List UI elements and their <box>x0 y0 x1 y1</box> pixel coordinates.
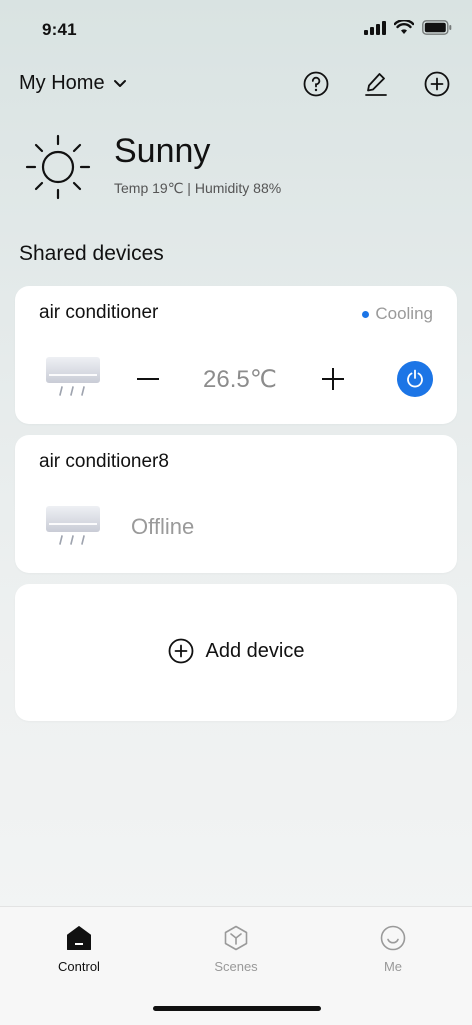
weather-detail: Temp 19℃ | Humidity 88% <box>114 180 282 196</box>
status-bar: 9:41 <box>0 0 472 56</box>
home-selector[interactable]: My Home <box>19 72 127 95</box>
edit-button[interactable] <box>362 70 390 98</box>
status-icons <box>364 20 452 35</box>
temperature-value: 26.5℃ <box>203 366 277 393</box>
device-card[interactable]: air conditioner Cooling 26.5℃ <box>15 286 457 424</box>
power-icon <box>407 369 423 388</box>
smiley-icon <box>380 925 406 951</box>
tab-me[interactable]: Me <box>343 925 443 974</box>
add-circle-icon <box>424 71 450 97</box>
minus-icon <box>137 378 159 380</box>
device-status: Cooling <box>362 304 433 324</box>
signal-icon <box>364 20 386 35</box>
add-device-button[interactable]: Add device <box>15 584 457 721</box>
tab-scenes[interactable]: Scenes <box>186 925 286 974</box>
temperature-increase-button[interactable] <box>318 364 348 394</box>
help-icon <box>303 71 329 97</box>
help-button[interactable] <box>302 70 330 98</box>
tab-label: Me <box>383 959 403 974</box>
add-device-content: Add device <box>15 638 457 664</box>
air-conditioner-icon <box>46 357 100 396</box>
device-card[interactable]: air conditioner8 Offline <box>15 435 457 573</box>
sun-icon <box>25 134 91 200</box>
status-dot <box>362 310 370 318</box>
device-status-label: Cooling <box>375 304 433 323</box>
battery-icon <box>422 20 452 35</box>
plus-icon <box>322 368 344 390</box>
edit-icon <box>365 73 387 96</box>
wifi-icon <box>394 20 414 34</box>
device-name: air conditioner8 <box>39 451 169 472</box>
add-circle-icon <box>168 638 193 664</box>
add-device-label: Add device <box>205 639 305 662</box>
weather-condition: Sunny <box>114 132 211 170</box>
home-name: My Home <box>19 72 105 94</box>
device-name: air conditioner <box>39 302 159 323</box>
status-time: 9:41 <box>42 20 77 39</box>
home-icon <box>67 926 91 950</box>
air-conditioner-icon <box>46 506 100 545</box>
weather-panel: Sunny Temp 19℃ | Humidity 88% <box>0 128 472 208</box>
power-button[interactable] <box>397 361 433 397</box>
tab-control[interactable]: Control <box>29 925 129 974</box>
device-status-label: Offline <box>131 514 195 539</box>
chevron-down-icon <box>113 79 126 87</box>
scenes-icon <box>224 925 248 951</box>
tab-label: Control <box>58 959 100 974</box>
section-title: Shared devices <box>19 242 164 265</box>
temperature-decrease-button[interactable] <box>133 364 163 394</box>
home-indicator <box>153 1006 321 1011</box>
add-button[interactable] <box>423 70 451 98</box>
tab-label: Scenes <box>214 959 258 974</box>
header: My Home <box>0 66 472 102</box>
